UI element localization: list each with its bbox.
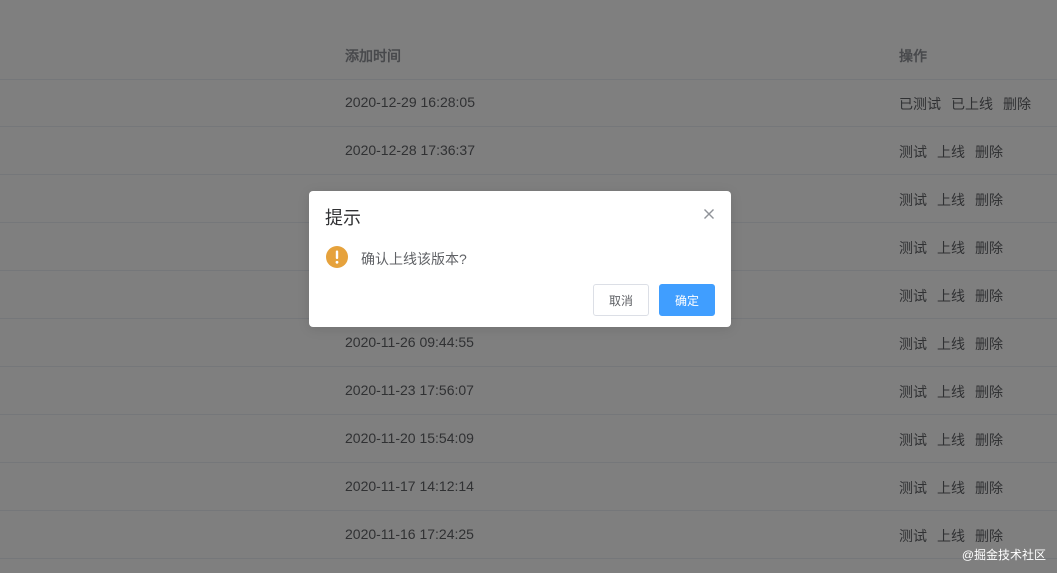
confirm-button[interactable]: 确定 [659, 284, 715, 316]
cancel-button[interactable]: 取消 [593, 284, 649, 316]
watermark: @掘金技术社区 [961, 548, 1046, 562]
close-icon[interactable] [701, 206, 717, 222]
dialog-message: 确认上线该版本? [361, 251, 467, 267]
dialog-title: 提示 [325, 208, 361, 228]
warning-icon [326, 246, 348, 268]
confirm-dialog: 提示 确认上线该版本? 取消 确定 [309, 191, 731, 327]
